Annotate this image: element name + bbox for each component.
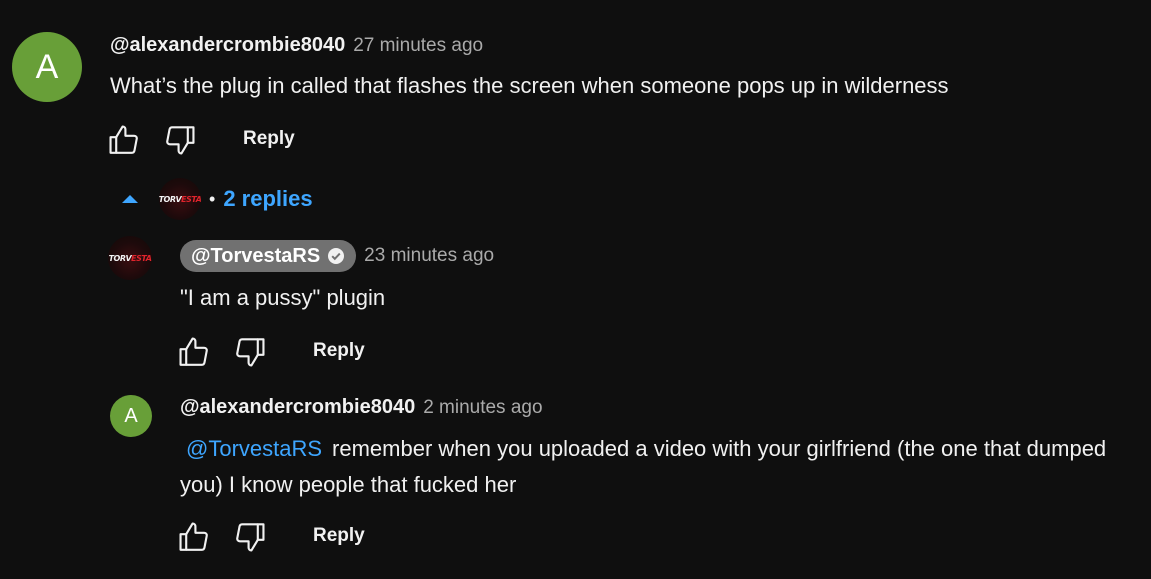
- reply-author: @TorvestaRS: [191, 244, 321, 267]
- thumbs-up-icon: [179, 522, 208, 551]
- reply-text: "I am a pussy" plugin: [180, 285, 386, 310]
- thumbs-up-icon: [109, 125, 138, 154]
- thumbs-down-icon: [236, 338, 265, 367]
- reply-avatar[interactable]: TORVESTA: [108, 236, 152, 280]
- verified-checkmark-icon: [328, 248, 345, 264]
- separator-dot: •: [209, 188, 216, 209]
- reply-like-button[interactable]: [176, 334, 212, 370]
- reply-text: @TorvestaRS remember when you uploaded a …: [180, 431, 1130, 503]
- reply-author[interactable]: @alexandercrombie8040: [180, 396, 415, 419]
- channel-owner-chip[interactable]: @TorvestaRS: [180, 240, 357, 272]
- mention-link[interactable]: @TorvestaRS: [186, 436, 322, 461]
- caret-up-icon: [122, 195, 138, 203]
- replies-toggle[interactable]: TORVESTA • 2 replies: [120, 178, 313, 220]
- reply-reply-button[interactable]: Reply: [313, 340, 365, 362]
- reply-dislike-button[interactable]: [232, 519, 268, 555]
- reply-time[interactable]: 2 minutes ago: [423, 397, 542, 419]
- reply-dislike-button[interactable]: [232, 334, 268, 370]
- reply-like-button[interactable]: [176, 519, 212, 555]
- comment-author[interactable]: @alexandercrombie8040: [110, 34, 345, 57]
- dislike-button[interactable]: [162, 122, 198, 158]
- reply-header: @alexandercrombie8040 2 minutes ago: [180, 396, 543, 419]
- reply-header: @TorvestaRS 23 minutes ago: [180, 240, 494, 272]
- reply-button[interactable]: Reply: [243, 128, 295, 150]
- comment-text: What’s the plug in called that flashes t…: [110, 73, 949, 98]
- replies-count: 2 replies: [223, 186, 313, 211]
- creator-avatar: TORVESTA: [159, 178, 201, 220]
- reply-time[interactable]: 23 minutes ago: [364, 245, 494, 267]
- reply-avatar[interactable]: A: [110, 395, 152, 437]
- thumbs-down-icon: [166, 126, 195, 155]
- thumbs-down-icon: [236, 523, 265, 552]
- comment-time[interactable]: 27 minutes ago: [353, 35, 483, 57]
- comment-header: @alexandercrombie8040 27 minutes ago: [110, 34, 483, 57]
- commenter-avatar[interactable]: A: [12, 32, 82, 102]
- thumbs-up-icon: [179, 337, 208, 366]
- like-button[interactable]: [106, 122, 142, 158]
- reply-reply-button[interactable]: Reply: [313, 525, 365, 547]
